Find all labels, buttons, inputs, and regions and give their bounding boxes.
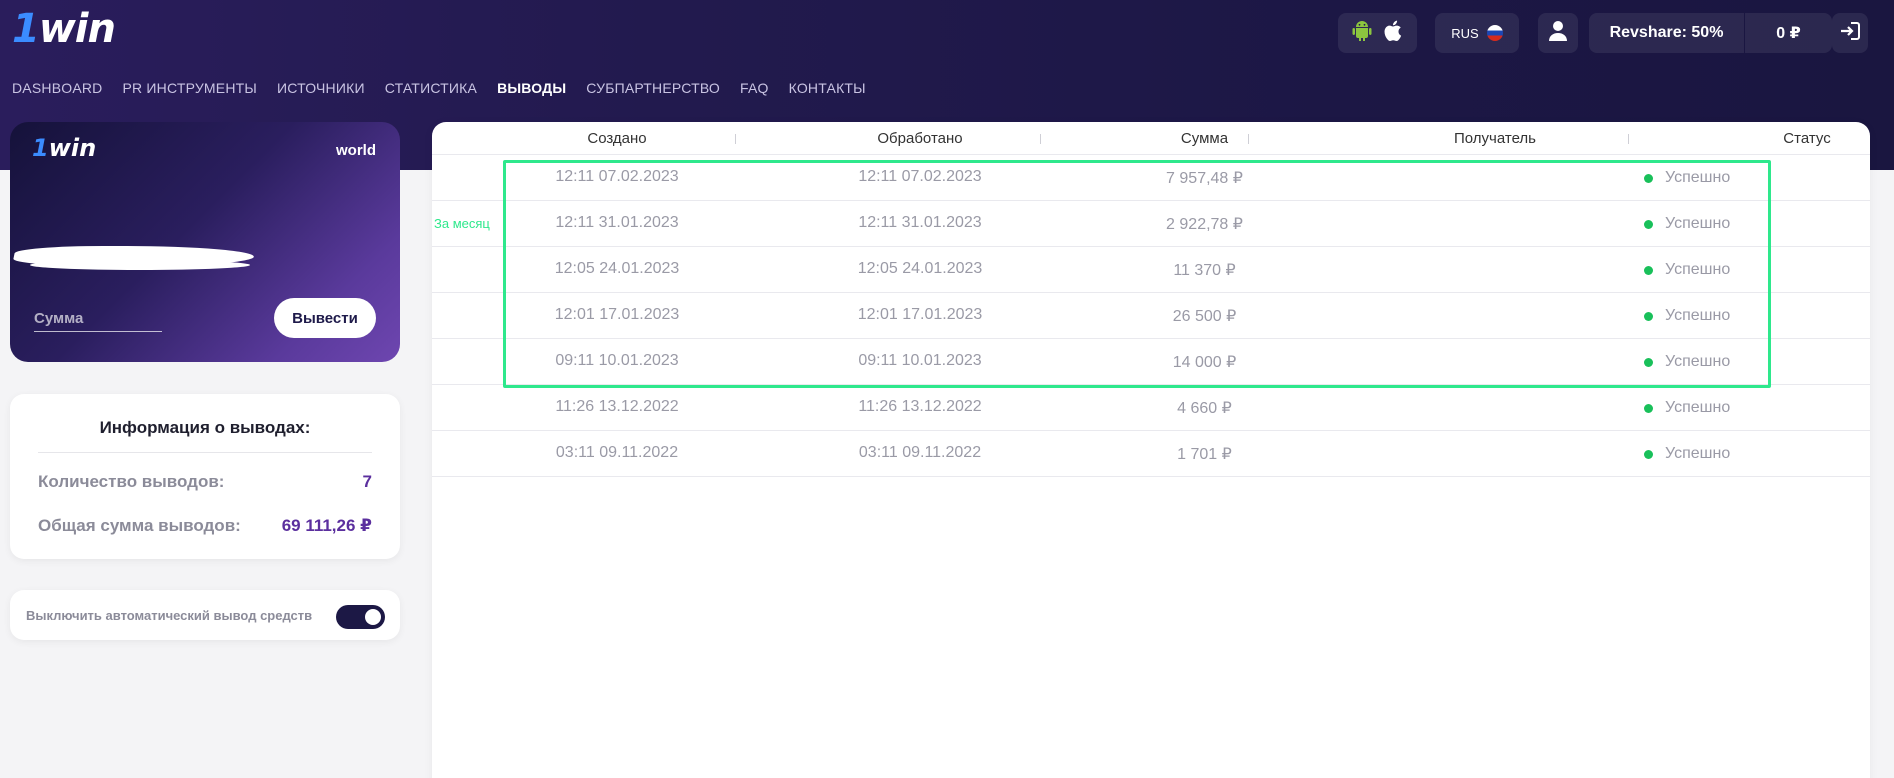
nav-withdrawals[interactable]: ВЫВОДЫ <box>497 80 566 96</box>
cell-processed: 12:11 31.01.2023 <box>858 214 982 231</box>
withdrawal-count-label: Количество выводов: <box>38 472 225 491</box>
nav-sources[interactable]: ИСТОЧНИКИ <box>277 80 365 96</box>
status-dot-icon <box>1644 219 1653 229</box>
cell-created: 03:11 09.11.2022 <box>555 444 679 461</box>
withdrawal-info-card: Информация о выводах: Количество выводов… <box>10 394 400 559</box>
cell-amount: 1 701 ₽ <box>1177 446 1232 463</box>
status-dot-icon <box>1644 403 1653 413</box>
amount-input[interactable] <box>34 306 162 332</box>
status-dot-icon <box>1644 265 1653 275</box>
status-dot-icon <box>1644 311 1653 321</box>
cell-amount: 14 000 ₽ <box>1172 354 1237 371</box>
table-row[interactable]: 03:11 09.11.2022 03:11 09.11.2022 1 701 … <box>432 431 1870 477</box>
header-separator <box>1040 134 1041 144</box>
profile-button[interactable] <box>1538 13 1578 53</box>
logout-icon <box>1839 20 1861 47</box>
app-download-group <box>1338 13 1417 53</box>
language-selector[interactable]: RUS <box>1435 13 1519 53</box>
cell-created: 12:11 07.02.2023 <box>555 168 679 185</box>
nav-statistics[interactable]: СТАТИСТИКА <box>385 80 477 96</box>
header-created[interactable]: Создано <box>492 130 742 147</box>
withdraw-card: 1win world Вывести <box>10 122 400 362</box>
cell-processed: 03:11 09.11.2022 <box>858 444 982 461</box>
main-nav: DASHBOARD PR ИНСТРУМЕНТЫ ИСТОЧНИКИ СТАТИ… <box>12 80 886 96</box>
cell-amount: 4 660 ₽ <box>1177 400 1232 417</box>
withdraw-button[interactable]: Вывести <box>274 298 376 338</box>
cell-processed: 12:05 24.01.2023 <box>857 260 983 277</box>
header-status[interactable]: Статус <box>1682 130 1894 147</box>
status-dot-icon <box>1644 449 1653 459</box>
redacted-wallet-underline <box>30 260 250 270</box>
cell-created: 12:05 24.01.2023 <box>554 260 680 277</box>
cell-status: Успешно <box>1644 353 1730 371</box>
nav-subpartnership[interactable]: СУБПАРТНЕРСТВО <box>586 80 720 96</box>
withdrawal-count-row: Количество выводов: 7 <box>38 472 372 492</box>
cell-processed: 09:11 10.01.2023 <box>858 352 982 369</box>
cell-status: Успешно <box>1644 307 1730 325</box>
withdrawal-total-value: 69 111,26 ₽ <box>281 516 372 535</box>
withdrawal-total-row: Общая сумма выводов: 69 111,26 ₽ <box>38 516 372 536</box>
table-row[interactable]: 11:26 13.12.2022 11:26 13.12.2022 4 660 … <box>432 385 1870 431</box>
withdrawal-count-value: 7 <box>362 472 372 491</box>
header-separator <box>1628 134 1629 144</box>
withdrawal-total-label: Общая сумма выводов: <box>38 516 241 535</box>
brand-logo[interactable]: 1win <box>12 6 116 52</box>
cell-created: 12:01 17.01.2023 <box>554 306 680 323</box>
table-row[interactable]: 09:11 10.01.2023 09:11 10.01.2023 14 000… <box>432 339 1870 385</box>
status-dot-icon <box>1644 357 1653 367</box>
month-annotation: За месяц <box>434 216 490 231</box>
cell-status: Успешно <box>1644 261 1730 279</box>
auto-withdraw-card: Выключить автоматический вывод средств <box>10 590 400 640</box>
cell-amount: 2 922,78 ₽ <box>1166 216 1243 233</box>
header-separator <box>735 134 736 144</box>
auto-withdraw-label: Выключить автоматический вывод средств <box>26 608 313 623</box>
balance-display: 0 ₽ <box>1745 13 1832 53</box>
nav-contacts[interactable]: КОНТАКТЫ <box>789 80 866 96</box>
language-label: RUS <box>1451 25 1479 41</box>
cell-amount: 26 500 ₽ <box>1172 308 1237 325</box>
header-processed[interactable]: Обработано <box>795 130 1045 147</box>
table-row[interactable]: 12:01 17.01.2023 12:01 17.01.2023 26 500… <box>432 293 1870 339</box>
table-row[interactable]: 12:11 07.02.2023 12:11 07.02.2023 7 957,… <box>432 155 1870 201</box>
russia-flag-icon <box>1486 25 1503 41</box>
nav-dashboard[interactable]: DASHBOARD <box>12 80 102 96</box>
cell-status: Успешно <box>1644 445 1730 463</box>
cell-status: Успешно <box>1644 169 1730 187</box>
revshare-badge: Revshare: 50% <box>1589 13 1744 53</box>
cell-status: Успешно <box>1644 215 1730 233</box>
nav-faq[interactable]: FAQ <box>740 80 769 96</box>
withdrawals-table: Создано Обработано Сумма Получатель Стат… <box>432 122 1870 778</box>
card-logo: 1win <box>32 134 97 162</box>
cell-processed: 12:11 07.02.2023 <box>858 168 982 185</box>
logout-button[interactable] <box>1832 13 1868 53</box>
card-world-label: world <box>336 142 376 159</box>
cell-created: 12:11 31.01.2023 <box>555 214 679 231</box>
cell-created: 11:26 13.12.2022 <box>555 398 679 415</box>
status-dot-icon <box>1644 173 1653 183</box>
cell-status: Успешно <box>1644 399 1730 417</box>
header-recipient[interactable]: Получатель <box>1370 130 1620 147</box>
table-header: Создано Обработано Сумма Получатель Стат… <box>432 122 1870 155</box>
table-row[interactable]: 12:05 24.01.2023 12:05 24.01.2023 11 370… <box>432 247 1870 293</box>
table-row[interactable]: 12:11 31.01.2023 12:11 31.01.2023 2 922,… <box>432 201 1870 247</box>
info-title: Информация о выводах: <box>99 418 311 437</box>
cell-amount: 7 957,48 ₽ <box>1166 170 1243 187</box>
auto-withdraw-toggle[interactable] <box>336 605 385 629</box>
user-icon <box>1548 20 1568 47</box>
cell-created: 09:11 10.01.2023 <box>555 352 679 369</box>
header-separator <box>1248 134 1249 144</box>
cell-processed: 12:01 17.01.2023 <box>857 306 983 323</box>
android-icon[interactable] <box>1352 20 1372 47</box>
nav-pr-tools[interactable]: PR ИНСТРУМЕНТЫ <box>122 80 257 96</box>
cell-amount: 11 370 ₽ <box>1173 262 1236 279</box>
info-divider <box>38 452 372 453</box>
cell-processed: 11:26 13.12.2022 <box>858 398 982 415</box>
apple-icon[interactable] <box>1384 20 1404 47</box>
